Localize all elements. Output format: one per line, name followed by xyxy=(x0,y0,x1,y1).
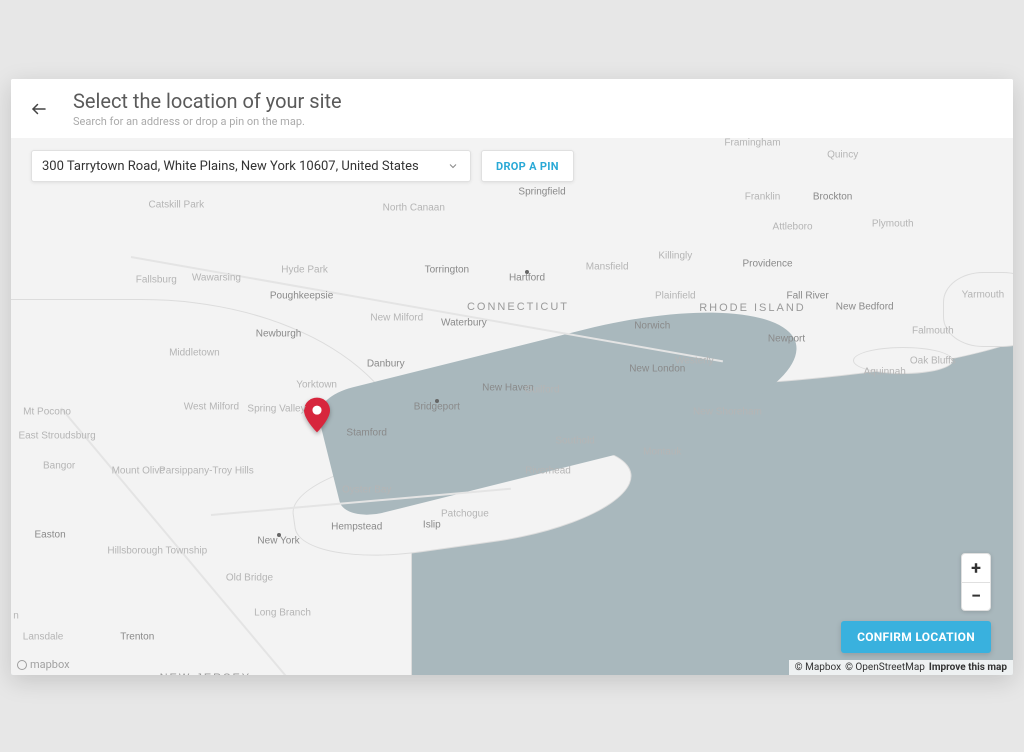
page-title: Select the location of your site xyxy=(73,89,342,113)
location-card: Select the location of your site Search … xyxy=(11,79,1013,675)
map-attribution: © Mapbox © OpenStreetMap Improve this ma… xyxy=(789,660,1013,675)
attr-improve[interactable]: Improve this map xyxy=(929,662,1007,673)
zoom-out-button[interactable]: − xyxy=(962,582,990,610)
confirm-location-button[interactable]: CONFIRM LOCATION xyxy=(841,621,991,653)
city-dot xyxy=(435,399,439,403)
drop-pin-button[interactable]: DROP A PIN xyxy=(481,150,574,182)
back-button[interactable] xyxy=(27,97,51,121)
city-dot xyxy=(525,270,529,274)
city-dot xyxy=(277,533,281,537)
map[interactable]: 300 Tarrytown Road, White Plains, New Yo… xyxy=(11,138,1013,675)
mapbox-logo: mapbox xyxy=(17,658,70,671)
zoom-controls: + − xyxy=(961,553,991,611)
chevron-down-icon xyxy=(446,159,460,173)
address-value: 300 Tarrytown Road, White Plains, New Yo… xyxy=(42,159,419,174)
zoom-in-button[interactable]: + xyxy=(962,554,990,582)
attr-mapbox[interactable]: © Mapbox xyxy=(795,662,841,673)
header: Select the location of your site Search … xyxy=(11,79,1013,138)
map-label: Montauk xyxy=(643,447,681,458)
attr-osm[interactable]: © OpenStreetMap xyxy=(845,662,925,673)
map-pin-icon[interactable] xyxy=(304,397,330,433)
page-subtitle: Search for an address or drop a pin on t… xyxy=(73,115,342,128)
arrow-left-icon xyxy=(30,100,48,118)
address-select[interactable]: 300 Tarrytown Road, White Plains, New Yo… xyxy=(31,150,471,182)
